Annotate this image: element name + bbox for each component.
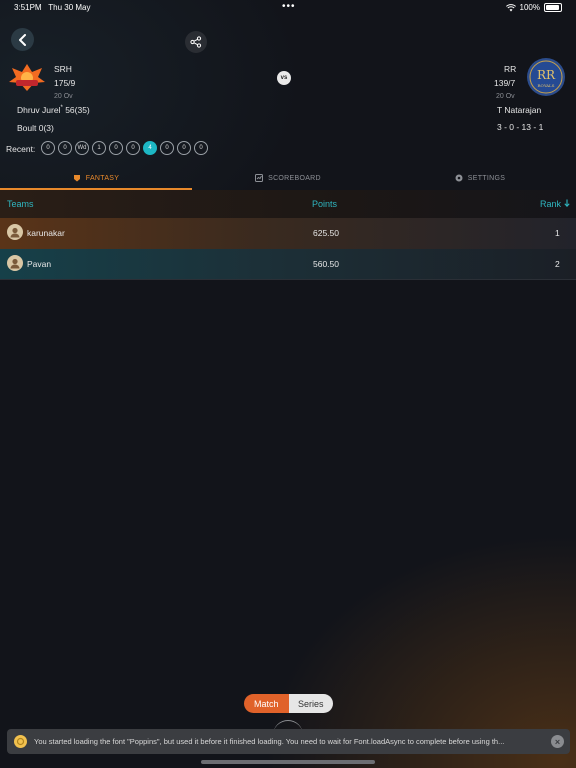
recent-ball: 0 xyxy=(58,141,72,155)
recent-balls: 0 0 Wd 1 0 0 4 0 0 0 xyxy=(41,141,208,155)
tab-settings[interactable]: SETTINGS xyxy=(384,166,576,190)
recent-label: Recent: xyxy=(6,144,36,154)
sort-down-icon xyxy=(563,199,570,208)
batsman1: Dhruv Jurel* 56(35) xyxy=(17,105,90,115)
batsman1-score: 56(35) xyxy=(65,105,90,115)
recent-ball: 0 xyxy=(41,141,55,155)
row-team-name: karunakar xyxy=(27,228,65,238)
tab-bar: FANTASY SCOREBOARD SETTINGS xyxy=(0,166,576,190)
recent-ball: 0 xyxy=(194,141,208,155)
tab-settings-label: SETTINGS xyxy=(467,174,506,182)
batsman2: Boult 0(3) xyxy=(17,123,54,133)
recent-ball: 1 xyxy=(92,141,106,155)
gear-icon xyxy=(455,174,463,182)
multitask-dots[interactable]: ••• xyxy=(282,1,296,12)
series-toggle-button[interactable]: Series xyxy=(288,694,333,713)
scoreboard-icon xyxy=(255,174,264,182)
recent-ball: 0 xyxy=(126,141,140,155)
striker-mark: * xyxy=(60,105,63,112)
wifi-icon xyxy=(505,3,516,11)
batsman1-name: Dhruv Jurel xyxy=(17,105,61,115)
back-button[interactable] xyxy=(11,28,34,51)
recent-ball-highlight: 4 xyxy=(143,141,157,155)
team1-code: SRH xyxy=(54,64,72,74)
team2-score: 139/7 xyxy=(494,78,516,88)
srh-team-logo xyxy=(8,62,46,92)
share-icon xyxy=(190,36,202,48)
battery-icon xyxy=(544,3,562,12)
avatar xyxy=(7,255,23,271)
row-team-name: Pavan xyxy=(27,259,52,269)
team1-overs: 20 Ov xyxy=(54,93,73,100)
match-toggle-button[interactable]: Match xyxy=(244,694,289,713)
team2-code: RR xyxy=(504,64,517,74)
status-right: 100% xyxy=(505,3,562,12)
recent-ball: 0 xyxy=(177,141,191,155)
row-points: 560.50 xyxy=(313,259,339,269)
recent-ball: 0 xyxy=(160,141,174,155)
share-button[interactable] xyxy=(185,31,207,53)
leaderboard-header: Teams Points Rank xyxy=(0,190,576,218)
recent-ball: Wd xyxy=(75,141,89,155)
recent-ball: 0 xyxy=(109,141,123,155)
team2-overs: 20 Ov xyxy=(496,93,515,100)
fantasy-icon xyxy=(73,175,80,182)
vs-badge: vs xyxy=(277,71,291,85)
warning-icon xyxy=(14,735,27,748)
row-rank: 2 xyxy=(555,259,560,269)
avatar xyxy=(7,224,23,240)
table-row[interactable]: Pavan 560.50 2 xyxy=(0,249,576,280)
chevron-left-icon xyxy=(18,33,26,46)
close-icon[interactable]: × xyxy=(551,735,564,748)
tab-scoreboard-label: SCOREBOARD xyxy=(268,174,321,182)
status-bar: 3:51PM Thu 30 May ••• 100% xyxy=(0,0,576,14)
home-indicator[interactable] xyxy=(201,760,375,764)
tab-fantasy-label: FANTASY xyxy=(85,174,120,182)
battery-percent: 100% xyxy=(519,3,540,12)
header-teams: Teams xyxy=(7,199,34,209)
svg-text:ROYALS: ROYALS xyxy=(538,83,555,88)
table-row[interactable]: karunakar 625.50 1 xyxy=(0,218,576,249)
header-points: Points xyxy=(312,199,338,209)
toast-message: You started loading the font "Poppins", … xyxy=(34,737,505,746)
font-warning-toast[interactable]: You started loading the font "Poppins", … xyxy=(7,729,570,754)
svg-text:RR: RR xyxy=(537,68,556,82)
header-rank[interactable]: Rank xyxy=(540,199,570,209)
status-time: 3:51PM Thu 30 May xyxy=(14,3,91,12)
divider xyxy=(0,279,576,280)
tab-scoreboard[interactable]: SCOREBOARD xyxy=(192,166,384,190)
row-points: 625.50 xyxy=(313,228,339,238)
bowler-figures: 3 - 0 - 13 - 1 xyxy=(497,122,544,132)
team1-score: 175/9 xyxy=(54,78,76,88)
row-rank: 1 xyxy=(555,228,560,238)
rr-team-logo: RR ROYALS xyxy=(527,58,565,96)
match-series-toggle: Match Series xyxy=(244,694,333,713)
tab-fantasy[interactable]: FANTASY xyxy=(0,166,192,190)
bowler-name: T Natarajan xyxy=(497,105,542,115)
